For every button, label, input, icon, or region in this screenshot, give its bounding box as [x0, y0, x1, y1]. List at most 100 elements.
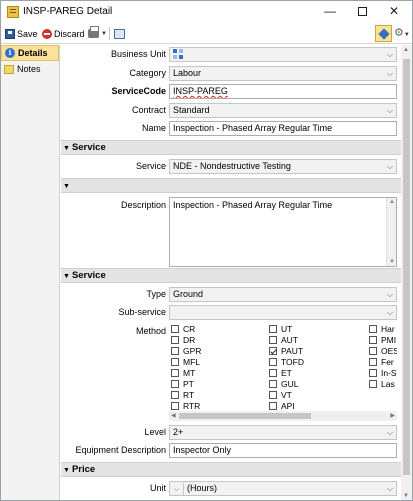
method-checkbox[interactable] [369, 324, 377, 333]
method-option-mt[interactable]: MT [171, 367, 201, 378]
method-label: PT [183, 378, 194, 389]
method-option-api[interactable]: API [269, 400, 304, 411]
section-header-service[interactable]: ▼ Service [61, 140, 401, 155]
method-option-vt[interactable]: VT [269, 389, 304, 400]
equipment-input[interactable]: Inspector Only [169, 443, 397, 458]
pin-button[interactable] [375, 25, 392, 42]
unit-value: (Hours) [187, 483, 218, 493]
chevron-down-icon: ⌵ [386, 308, 393, 317]
contract-select[interactable]: Standard ⌵ [169, 103, 397, 118]
name-input[interactable]: Inspection - Phased Array Regular Time [169, 121, 397, 136]
business-unit-select[interactable]: ⌵ [169, 47, 397, 62]
toolbar: Save Discard ▼ ⚙▼ [1, 23, 412, 44]
subservice-select[interactable]: ⌵ [169, 305, 397, 320]
method-checkbox[interactable] [171, 324, 179, 333]
method-option-oes[interactable]: OES [369, 345, 397, 356]
method-option-mfl[interactable]: MFL [171, 356, 201, 367]
sidebar-item-notes[interactable]: Notes [1, 61, 59, 77]
method-checkbox[interactable] [171, 401, 179, 410]
method-label: TOFD [281, 356, 304, 367]
method-checkbox[interactable] [171, 379, 179, 388]
method-checkbox[interactable] [171, 390, 179, 399]
method-checkbox[interactable] [171, 335, 179, 344]
method-option-rtr[interactable]: RTR [171, 400, 201, 411]
method-option-et[interactable]: ET [269, 367, 304, 378]
method-label: In-S [381, 367, 397, 378]
print-icon [88, 26, 99, 38]
method-checkbox[interactable] [369, 346, 377, 355]
section-header-service-details[interactable]: ▼ Service [61, 268, 401, 283]
business-unit-row: Business Unit ⌵ [61, 47, 401, 63]
method-checkbox[interactable] [369, 368, 377, 377]
category-value: Labour [173, 68, 202, 78]
scroll-thumb[interactable] [179, 413, 311, 419]
unit-select[interactable]: ⌵ (Hours) ⌵ [169, 481, 397, 496]
service-code-input[interactable]: INSP-PAREG [169, 84, 397, 99]
method-checkbox[interactable] [369, 335, 377, 344]
minimize-button[interactable]: — [314, 1, 346, 23]
method-checkbox[interactable] [269, 379, 277, 388]
method-label: PMI [381, 334, 397, 345]
section-header-price[interactable]: ▼ Price [61, 462, 401, 477]
method-option-paut[interactable]: PAUT [269, 345, 304, 356]
category-select[interactable]: Labour ⌵ [169, 66, 397, 81]
print-button[interactable]: ▼ [88, 26, 107, 41]
method-option-fer[interactable]: Fer [369, 356, 397, 367]
method-label: ET [281, 367, 292, 378]
method-checkbox[interactable] [171, 346, 179, 355]
method-checkbox[interactable] [269, 357, 277, 366]
method-option-aut[interactable]: AUT [269, 334, 304, 345]
method-checkbox[interactable] [171, 368, 179, 377]
method-option-ut[interactable]: UT [269, 323, 304, 334]
method-option-dr[interactable]: DR [171, 334, 201, 345]
method-checkbox[interactable] [269, 324, 277, 333]
chevron-down-icon: ⌵ [386, 50, 393, 59]
notes-icon [4, 64, 14, 74]
method-option-gpr[interactable]: GPR [171, 345, 201, 356]
description-scrollbar[interactable]: ▲ ▼ [386, 198, 396, 266]
method-option-cr[interactable]: CR [171, 323, 201, 334]
method-label: RTR [183, 400, 201, 411]
export-button[interactable] [114, 26, 125, 41]
section-header-blank[interactable]: ▼ [61, 178, 401, 193]
service-select[interactable]: NDE - Nondestructive Testing ⌵ [169, 159, 397, 174]
method-option-pmi[interactable]: PMI [369, 334, 397, 345]
service-value: NDE - Nondestructive Testing [173, 161, 291, 171]
method-option-las[interactable]: Las [369, 378, 397, 389]
method-checkbox[interactable] [269, 368, 277, 377]
method-option-pt[interactable]: PT [171, 378, 201, 389]
settings-button[interactable]: ⚙▼ [394, 26, 410, 39]
method-checkbox[interactable] [369, 357, 377, 366]
method-checkbox[interactable] [369, 379, 377, 388]
main-vertical-scrollbar[interactable]: ▲ ▼ [401, 45, 412, 500]
level-select[interactable]: 2+ ⌵ [169, 425, 397, 440]
method-checkbox[interactable] [269, 390, 277, 399]
method-checkbox[interactable] [269, 346, 277, 355]
description-textarea[interactable]: Inspection - Phased Array Regular Time ▲… [169, 197, 397, 267]
method-option-in-s[interactable]: In-S [369, 367, 397, 378]
method-checkbox[interactable] [269, 335, 277, 344]
contract-value: Standard [173, 105, 210, 115]
maximize-button[interactable] [346, 1, 378, 23]
close-button[interactable]: ✕ [378, 1, 410, 23]
type-select[interactable]: Ground ⌵ [169, 287, 397, 302]
unit-expand-icon[interactable]: ⌵ [170, 483, 184, 495]
discard-button[interactable]: Discard [42, 26, 85, 41]
method-column-1: CR DR GPR MFL MT PT RT RTR [171, 323, 201, 411]
save-button[interactable]: Save [5, 26, 38, 41]
method-option-tofd[interactable]: TOFD [269, 356, 304, 367]
method-checkbox[interactable] [269, 401, 277, 410]
subservice-label: Sub-service [118, 307, 166, 317]
method-label: RT [183, 389, 195, 400]
gear-icon: ⚙ [394, 27, 404, 39]
method-column-3: HarPMIOESFerIn-SLas [369, 323, 397, 389]
method-horizontal-scrollbar[interactable]: ◀ ▶ [169, 411, 397, 421]
method-option-har[interactable]: Har [369, 323, 397, 334]
method-label: Har [381, 323, 395, 334]
scroll-thumb[interactable] [403, 59, 410, 475]
method-option-gul[interactable]: GUL [269, 378, 304, 389]
scroll-right-icon: ▶ [390, 413, 395, 419]
method-option-rt[interactable]: RT [171, 389, 201, 400]
sidebar-item-details[interactable]: i Details [1, 45, 59, 61]
method-checkbox[interactable] [171, 357, 179, 366]
